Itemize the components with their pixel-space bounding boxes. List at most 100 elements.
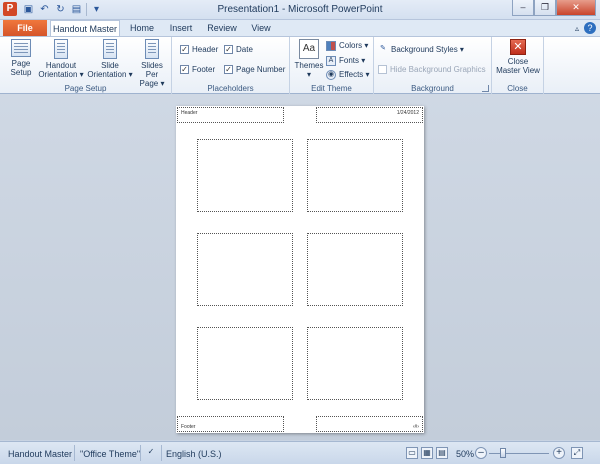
- themes-button[interactable]: Aa Themes ▾: [294, 39, 324, 79]
- page-number-placeholder[interactable]: ‹#›: [316, 416, 423, 432]
- background-styles-button[interactable]: ✎ Background Styles ▾: [378, 44, 464, 55]
- handout-orientation-button[interactable]: Handout Orientation ▾: [37, 39, 85, 79]
- footer-placeholder[interactable]: Footer: [177, 416, 284, 432]
- help-area: ▵ ?: [575, 22, 596, 34]
- themes-dropdown-icon: ▾: [306, 70, 311, 79]
- date-placeholder[interactable]: 1/24/2012: [316, 107, 423, 123]
- header-checkbox-row[interactable]: ✓ Header: [180, 44, 218, 55]
- powerpoint-window: P ▣ ↶ ↻ ▤ ▾ Presentation1 - Microsoft Po…: [0, 0, 600, 464]
- group-page-setup: Page Setup Handout Orientation ▾ Slide O…: [0, 37, 172, 94]
- tab-insert[interactable]: Insert: [164, 20, 198, 36]
- tab-view[interactable]: View: [246, 20, 276, 36]
- restore-button[interactable]: ❐: [534, 0, 556, 16]
- zoom-slider-track[interactable]: [489, 453, 549, 454]
- slide-orientation-label-2: Orientation ▾: [87, 70, 133, 79]
- status-language[interactable]: English (U.S.): [166, 448, 222, 460]
- page-setup-label-1: Page: [11, 59, 31, 68]
- status-separator: [74, 445, 75, 461]
- slide-placeholder-5[interactable]: [197, 327, 293, 400]
- page-setup-icon: [11, 39, 31, 57]
- zoom-level[interactable]: 50%: [456, 448, 474, 460]
- group-placeholders: ✓ Header ✓ Date ✓ Footer ✓ Page Number P…: [172, 37, 290, 94]
- slides-per-page-label-1: Slides Per: [141, 61, 163, 79]
- date-checkbox-label: Date: [236, 45, 253, 54]
- editing-canvas: Header 1/24/2012 Footer ‹#›: [0, 94, 600, 440]
- minimize-button[interactable]: –: [512, 0, 534, 16]
- slide-sorter-icon[interactable]: ▦: [421, 447, 433, 459]
- background-styles-label: Background Styles ▾: [391, 45, 464, 54]
- tab-home[interactable]: Home: [124, 20, 160, 36]
- date-checkbox-row[interactable]: ✓ Date: [224, 44, 253, 55]
- status-theme-name[interactable]: "Office Theme": [80, 448, 140, 460]
- themes-icon: Aa: [299, 39, 319, 59]
- colors-button[interactable]: Colors ▾: [326, 40, 368, 51]
- tab-file[interactable]: File: [3, 20, 47, 36]
- close-master-view-icon: ✕: [510, 39, 526, 55]
- slide-placeholder-2[interactable]: [307, 139, 403, 212]
- ribbon-tab-row: File Handout Master Home Insert Review V…: [0, 20, 600, 36]
- slides-per-page-icon: [145, 39, 159, 59]
- close-master-view-label-1: Close: [507, 57, 529, 66]
- date-placeholder-text: 1/24/2012: [396, 110, 419, 116]
- ribbon: Page Setup Handout Orientation ▾ Slide O…: [0, 36, 600, 94]
- close-group-label: Close: [507, 84, 528, 93]
- zoom-slider-thumb[interactable]: [500, 448, 506, 458]
- hide-background-label: Hide Background Graphics: [390, 65, 486, 74]
- tab-handout-master[interactable]: Handout Master: [50, 20, 120, 36]
- zoom-in-icon[interactable]: +: [553, 447, 565, 459]
- footer-checkbox-label: Footer: [192, 65, 216, 74]
- effects-label: Effects ▾: [339, 70, 370, 79]
- slide-placeholder-1[interactable]: [197, 139, 293, 212]
- footer-checkbox-row[interactable]: ✓ Footer: [180, 64, 215, 75]
- slide-placeholder-3[interactable]: [197, 233, 293, 306]
- background-styles-icon: ✎: [380, 44, 386, 52]
- fonts-button[interactable]: A Fonts ▾: [326, 55, 365, 66]
- zoom-out-icon[interactable]: –: [475, 447, 487, 459]
- help-icon[interactable]: ?: [584, 22, 596, 34]
- slide-placeholder-6[interactable]: [307, 327, 403, 400]
- status-bar: Handout Master "Office Theme" ✓ English …: [0, 441, 600, 464]
- page-number-checkbox[interactable]: ✓: [224, 65, 233, 74]
- fit-to-window-icon[interactable]: ⤢: [571, 447, 583, 459]
- page-number-placeholder-text: ‹#›: [412, 424, 419, 430]
- slide-placeholder-4[interactable]: [307, 233, 403, 306]
- placeholders-group-label: Placeholders: [207, 84, 254, 93]
- handout-page: Header 1/24/2012 Footer ‹#›: [176, 106, 424, 433]
- title-bar: P ▣ ↶ ↻ ▤ ▾ Presentation1 - Microsoft Po…: [0, 0, 600, 20]
- close-window-button[interactable]: ✕: [556, 0, 596, 16]
- page-setup-button[interactable]: Page Setup: [6, 39, 36, 77]
- slides-per-page-button[interactable]: Slides Per Page ▾: [134, 39, 170, 88]
- group-edit-theme: Aa Themes ▾ Colors ▾ A Fonts ▾ ◉ Effects…: [290, 37, 374, 94]
- group-background: ✎ Background Styles ▾ Hide Background Gr…: [374, 37, 492, 94]
- window-title: Presentation1 - Microsoft PowerPoint: [217, 4, 383, 15]
- handout-orientation-label-2: Orientation ▾: [38, 70, 84, 79]
- background-group-label: Background: [411, 84, 454, 93]
- slide-orientation-button[interactable]: Slide Orientation ▾: [87, 39, 133, 79]
- reading-view-icon[interactable]: ▤: [436, 447, 448, 459]
- header-placeholder[interactable]: Header: [177, 107, 284, 123]
- minimize-ribbon-icon[interactable]: ▵: [575, 24, 579, 33]
- colors-label: Colors ▾: [339, 41, 369, 50]
- handout-orientation-label-1: Handout: [45, 61, 77, 70]
- handout-orientation-icon: [54, 39, 68, 59]
- hide-background-row: Hide Background Graphics: [378, 64, 486, 75]
- page-setup-label-2: Setup: [10, 68, 32, 77]
- effects-icon: ◉: [326, 69, 336, 80]
- normal-view-icon[interactable]: ▭: [406, 447, 418, 459]
- footer-placeholder-text: Footer: [181, 424, 196, 430]
- page-setup-group-label: Page Setup: [64, 84, 107, 93]
- spell-check-icon[interactable]: ✓: [145, 447, 157, 459]
- footer-checkbox[interactable]: ✓: [180, 65, 189, 74]
- page-number-checkbox-row[interactable]: ✓ Page Number: [224, 64, 285, 75]
- tab-review[interactable]: Review: [203, 20, 241, 36]
- status-separator: [140, 445, 141, 461]
- window-controls: – ❐ ✕: [512, 0, 596, 16]
- effects-button[interactable]: ◉ Effects ▾: [326, 69, 370, 80]
- date-checkbox[interactable]: ✓: [224, 45, 233, 54]
- edit-theme-group-label: Edit Theme: [311, 84, 352, 93]
- group-close: ✕ Close Master View Close: [492, 37, 544, 94]
- header-checkbox[interactable]: ✓: [180, 45, 189, 54]
- close-master-view-button[interactable]: ✕ Close Master View: [494, 39, 542, 75]
- close-master-view-label-2: Master View: [496, 66, 540, 75]
- colors-icon: [326, 40, 336, 51]
